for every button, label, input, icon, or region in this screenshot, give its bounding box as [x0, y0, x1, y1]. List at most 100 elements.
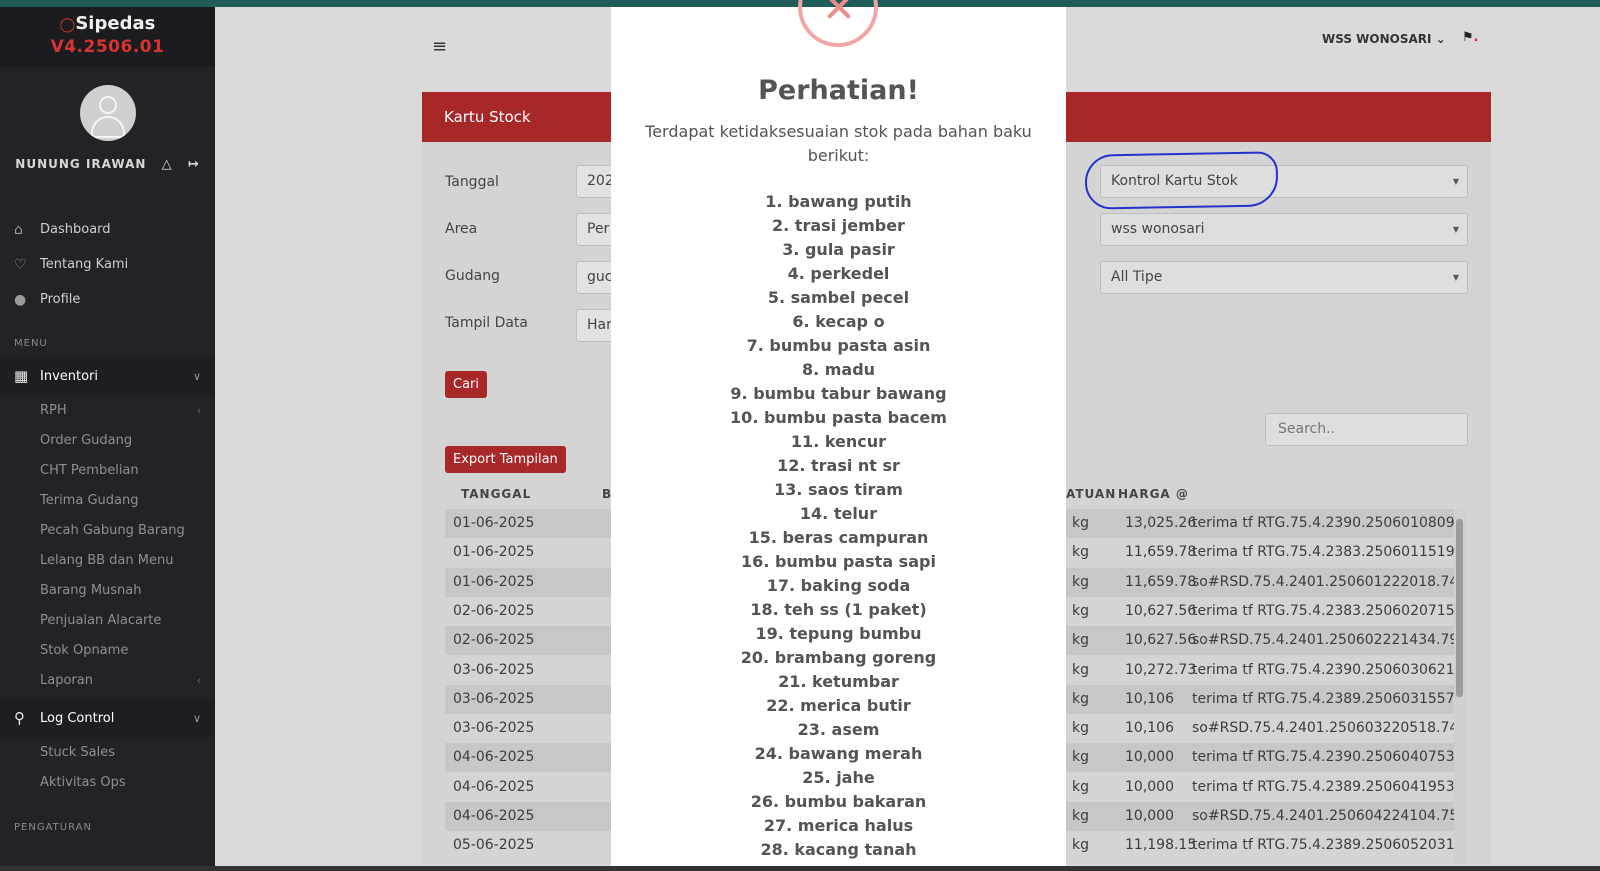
sidebar-item-cht-pembelian[interactable]: CHT Pembelian: [0, 455, 215, 485]
list-item: 27. merica halus: [763, 816, 914, 835]
cell-tanggal: 04-06-2025: [453, 749, 535, 766]
sidebar-item-tentang-kami[interactable]: ♡ Tentang Kami: [0, 247, 215, 282]
heart-icon: ♡: [14, 256, 27, 273]
brand[interactable]: ◯Sipedas V4.2506.01: [0, 7, 215, 67]
cell-satuan: kg: [1072, 602, 1089, 619]
list-item: 11. kencur: [790, 432, 887, 451]
label-gudang: Gudang: [445, 268, 500, 284]
sidebar-item-barang-musnah[interactable]: Barang Musnah: [0, 575, 215, 605]
sidebar-nav: ⌂ Dashboard ♡ Tentang Kami ● Profile MENU ▦…: [0, 212, 215, 841]
fire-icon[interactable]: △: [162, 157, 173, 172]
cell-keterangan: terima tf RTG.75.4.2389.250603155708: [1192, 690, 1454, 707]
cell-harga: 10,000: [1125, 808, 1174, 824]
hamburger-menu-icon[interactable]: ≡: [432, 36, 447, 57]
label-tanggal: Tanggal: [445, 174, 499, 190]
location-dropdown[interactable]: WSS WONOSARI ⌄: [1322, 32, 1446, 46]
error-x-icon: [798, 0, 878, 47]
cell-harga: 11,659.78: [1125, 544, 1197, 561]
col-header-harga[interactable]: HARGA @: [1118, 483, 1189, 507]
cell-harga: 10,627.56: [1125, 602, 1197, 619]
tipe-select[interactable]: All Tipe ▼: [1100, 261, 1468, 294]
label-tampil-data: Tampil Data: [445, 315, 528, 331]
sidebar-item-stuck-sales[interactable]: Stuck Sales: [0, 737, 215, 767]
highlight-annotation: [1084, 151, 1279, 210]
export-button[interactable]: Export Tampilan: [445, 446, 566, 473]
list-item: 10. bumbu pasta bacem: [730, 408, 947, 427]
cell-tanggal: 01-06-2025: [453, 515, 535, 531]
cell-tanggal: 03-06-2025: [453, 690, 535, 707]
cell-keterangan: terima tf RTG.75.4.2389.250605203146: [1192, 837, 1454, 854]
cell-satuan: kg: [1072, 573, 1089, 590]
cell-keterangan: terima tf RTG.75.4.2383.250602071503: [1192, 602, 1454, 619]
sidebar-item-dashboard[interactable]: ⌂ Dashboard: [0, 212, 215, 247]
cell-keterangan: terima tf RTG.75.4.2383.250601151948.: [1192, 544, 1454, 561]
cell-satuan: kg: [1072, 808, 1089, 824]
cell-satuan: kg: [1072, 720, 1089, 737]
list-item: 24. bawang merah: [754, 744, 923, 763]
sidebar-item-lelang[interactable]: Lelang BB dan Menu: [0, 545, 215, 575]
sidebar: ◯Sipedas V4.2506.01 NUNUNG IRAWAN △ ↦ ⌂ D…: [0, 7, 215, 871]
sidebar-item-profile[interactable]: ● Profile: [0, 282, 215, 317]
cell-tanggal: 04-06-2025: [453, 778, 535, 795]
label-area: Area: [445, 221, 478, 237]
scrollbar-thumb[interactable]: [1456, 519, 1463, 697]
table-scrollbar[interactable]: [1454, 509, 1465, 864]
flag-icon[interactable]: ⚑.: [1462, 30, 1479, 45]
user-icon: ●: [14, 291, 27, 308]
chevron-left-icon: ‹: [196, 673, 201, 687]
caret-down-icon: ▼: [1452, 225, 1459, 234]
cell-harga: 10,000: [1125, 778, 1174, 795]
sidebar-item-aktivitas-ops[interactable]: Aktivitas Ops: [0, 767, 215, 797]
logout-icon[interactable]: ↦: [188, 157, 200, 172]
list-item: 25. jahe: [802, 768, 875, 787]
sidebar-item-order-gudang[interactable]: Order Gudang: [0, 425, 215, 455]
list-item: 8. madu: [801, 360, 876, 379]
lokasi-select[interactable]: wss wonosari ▼: [1100, 213, 1468, 246]
list-item: 2. trasi jember: [772, 216, 905, 235]
chevron-left-icon: ‹: [196, 403, 201, 417]
sidebar-item-stok-opname[interactable]: Stok Opname: [0, 635, 215, 665]
sidebar-item-pecah-gabung[interactable]: Pecah Gabung Barang: [0, 515, 215, 545]
col-header-satuan[interactable]: ATUAN: [1066, 483, 1116, 507]
cell-harga: 10,000: [1125, 749, 1174, 766]
sidebar-item-terima-gudang[interactable]: Terima Gudang: [0, 485, 215, 515]
cell-satuan: kg: [1072, 749, 1089, 766]
search-input[interactable]: Search..: [1265, 413, 1468, 446]
cell-tanggal: 05-06-2025: [453, 837, 535, 854]
list-item: 17. baking soda: [766, 576, 911, 595]
flame-icon: ◯: [59, 17, 76, 33]
sidebar-group-inventori[interactable]: ▦ Inventori ∨: [0, 357, 215, 395]
cell-harga: 11,659.78: [1125, 573, 1197, 590]
sidebar-item-rph[interactable]: RPH ‹: [0, 395, 215, 425]
search-icon: ⚲: [14, 709, 25, 727]
list-item: 23. asem: [797, 720, 880, 739]
brand-name: Sipedas: [75, 13, 156, 34]
cell-tanggal: 02-06-2025: [453, 632, 535, 649]
home-icon: ⌂: [14, 221, 23, 238]
list-item: 7. bumbu pasta asin: [746, 336, 931, 355]
cell-harga: 13,025.26: [1125, 515, 1197, 531]
warehouse-icon: ▦: [14, 367, 29, 385]
section-pengaturan: PENGATURAN: [14, 822, 92, 833]
list-item: 6. kecap o: [792, 312, 885, 331]
cell-keterangan: so#RSD.75.4.2401.250603220518.745: [1192, 720, 1454, 737]
cell-harga: 11,198.15: [1125, 837, 1197, 854]
cell-tanggal: 01-06-2025: [453, 573, 535, 590]
modal-title: Perhatian!: [758, 75, 919, 106]
cell-keterangan: terima tf RTG.75.4.2389.250604195357: [1192, 778, 1454, 795]
sidebar-item-penjualan-alacarte[interactable]: Penjualan Alacarte: [0, 605, 215, 635]
sidebar-group-log-control[interactable]: ⚲ Log Control ∨: [0, 699, 215, 737]
cari-button[interactable]: Cari: [445, 371, 487, 398]
caret-down-icon: ▼: [1452, 273, 1459, 282]
cell-tanggal: 01-06-2025: [453, 544, 535, 561]
list-item: 21. ketumbar: [778, 672, 899, 691]
sidebar-item-laporan[interactable]: Laporan ‹: [0, 665, 215, 695]
section-menu: MENU: [14, 338, 48, 349]
list-item: 20. brambang goreng: [740, 648, 937, 667]
avatar: [79, 85, 136, 141]
list-item: 5. sambel pecel: [767, 288, 910, 307]
cell-harga: 10,106: [1125, 690, 1174, 707]
list-item: 19. tepung bumbu: [755, 624, 922, 643]
col-header-tanggal[interactable]: TANGGAL: [461, 483, 531, 507]
user-name: NUNUNG IRAWAN: [15, 157, 147, 171]
